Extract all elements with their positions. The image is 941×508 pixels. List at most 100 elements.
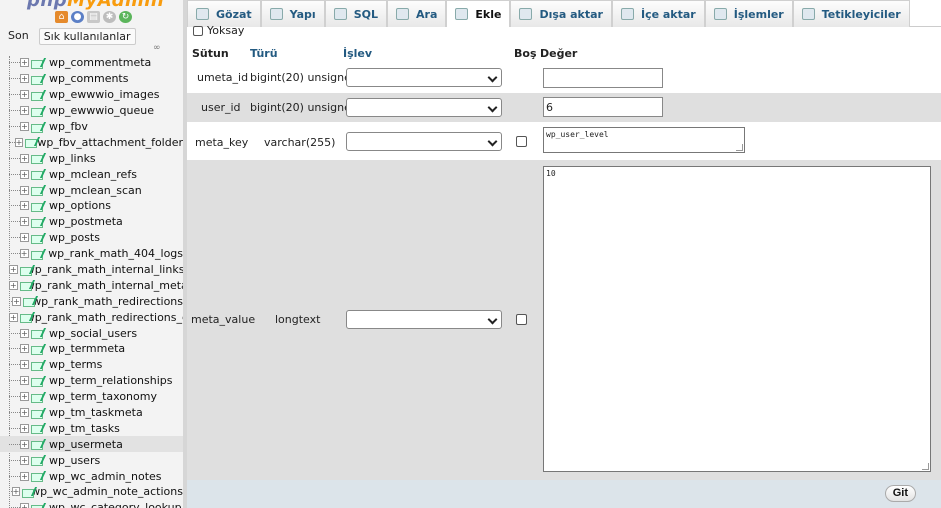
tree-item[interactable]: + wp_users xyxy=(0,452,183,468)
tree-item[interactable]: + wp_rank_math_internal_meta xyxy=(0,277,183,293)
table-name[interactable]: wp_term_relationships xyxy=(49,374,173,387)
tree-item[interactable]: + wp_ewwwio_queue xyxy=(0,103,183,119)
tree-item[interactable]: + wp_tm_taskmeta xyxy=(0,405,183,421)
table-name[interactable]: wp_rank_math_redirections_cache xyxy=(26,311,183,324)
expand-icon[interactable]: + xyxy=(20,376,29,386)
reload-icon[interactable]: ↻ xyxy=(119,11,132,23)
table-name[interactable]: wp_usermeta xyxy=(49,438,123,451)
header-type[interactable]: Türü xyxy=(250,47,278,62)
table-name[interactable]: wp_wc_admin_note_actions xyxy=(31,485,183,498)
expand-icon[interactable]: + xyxy=(20,90,29,100)
expand-icon[interactable]: + xyxy=(14,137,24,147)
table-icon[interactable] xyxy=(25,137,38,149)
table-name[interactable]: wp_tm_tasks xyxy=(49,422,120,435)
table-name[interactable]: wp_commentmeta xyxy=(49,56,151,69)
table-name[interactable]: wp_ewwwio_queue xyxy=(49,104,154,117)
expand-icon[interactable]: + xyxy=(11,487,21,497)
expand-icon[interactable]: + xyxy=(20,503,29,508)
phpmyadmin-logo[interactable]: phpMyAdmin xyxy=(27,0,164,11)
tree-item[interactable]: + wp_ewwwio_images xyxy=(0,87,183,103)
tree-item[interactable]: + wp_rank_math_404_logs xyxy=(0,246,183,262)
table-icon[interactable] xyxy=(30,249,43,260)
link-icon[interactable]: ∞ xyxy=(153,43,161,53)
table-icon[interactable] xyxy=(31,169,43,181)
table-icon[interactable] xyxy=(31,376,43,387)
function-select[interactable] xyxy=(346,98,502,117)
tree-item[interactable]: + wp_fbv xyxy=(0,119,183,135)
tree-item[interactable]: + wp_rank_math_redirections xyxy=(0,293,183,309)
tree-item[interactable]: + wp_wc_admin_notes xyxy=(0,468,183,484)
null-checkbox[interactable] xyxy=(516,136,527,147)
function-select[interactable] xyxy=(346,132,502,151)
tab-wrench[interactable]: İşlemler xyxy=(704,0,793,27)
tree-item[interactable]: + wp_tm_tasks xyxy=(0,420,183,436)
expand-icon[interactable]: + xyxy=(20,408,29,418)
table-icon[interactable] xyxy=(31,185,43,197)
tree-item[interactable]: + wp_term_taxonomy xyxy=(0,389,183,405)
table-icon[interactable] xyxy=(31,503,43,508)
tree-item[interactable]: + wp_comments xyxy=(0,71,183,87)
table-icon[interactable] xyxy=(31,328,43,340)
expand-icon[interactable]: + xyxy=(20,455,29,465)
tab-search[interactable]: Ara xyxy=(387,0,447,27)
table-name[interactable]: wp_mclean_refs xyxy=(49,168,137,181)
expand-icon[interactable]: + xyxy=(20,106,29,116)
expand-icon[interactable]: + xyxy=(20,233,29,243)
value-input[interactable] xyxy=(543,68,663,88)
tab-import[interactable]: İçe aktar xyxy=(611,0,705,27)
tree-item[interactable]: + wp_commentmeta xyxy=(0,55,183,71)
expand-icon[interactable]: + xyxy=(9,312,18,322)
expand-icon[interactable]: + xyxy=(20,201,29,211)
expand-icon[interactable]: + xyxy=(20,153,29,163)
table-icon[interactable] xyxy=(31,233,43,244)
expand-icon[interactable]: + xyxy=(20,392,29,402)
table-name[interactable]: wp_terms xyxy=(49,358,102,371)
value-textarea[interactable]: 10 xyxy=(543,166,931,472)
tree-item[interactable]: + wp_fbv_attachment_folder xyxy=(0,134,183,150)
expand-icon[interactable]: + xyxy=(9,280,18,290)
tree-item[interactable]: + wp_wc_category_lookup xyxy=(0,500,183,508)
table-name[interactable]: wp_fbv_attachment_folder xyxy=(37,136,183,149)
table-name[interactable]: wp_rank_math_redirections xyxy=(32,295,183,308)
table-icon[interactable] xyxy=(22,296,37,308)
tree-item[interactable]: + wp_postmeta xyxy=(0,214,183,230)
tree-item[interactable]: + wp_mclean_scan xyxy=(0,182,183,198)
table-name[interactable]: wp_ewwwio_images xyxy=(49,88,160,101)
table-name[interactable]: wp_termmeta xyxy=(49,342,125,355)
table-icon[interactable] xyxy=(31,408,43,419)
table-name[interactable]: wp_social_users xyxy=(49,327,137,340)
table-icon[interactable] xyxy=(31,471,43,483)
expand-icon[interactable]: + xyxy=(12,296,21,306)
expand-icon[interactable]: + xyxy=(20,328,29,338)
tree-item[interactable]: + wp_wc_admin_note_actions xyxy=(0,484,183,500)
tree-item[interactable]: + wp_terms xyxy=(0,357,183,373)
tree-item[interactable]: + wp_term_relationships xyxy=(0,373,183,389)
table-name[interactable]: wp_tm_taskmeta xyxy=(49,406,143,419)
tab-browse[interactable]: Gözat xyxy=(187,0,261,27)
table-icon[interactable] xyxy=(31,360,43,371)
table-name[interactable]: wp_users xyxy=(49,454,100,467)
tab-sql[interactable]: SQL xyxy=(324,0,387,27)
expand-icon[interactable]: + xyxy=(19,249,29,259)
table-name[interactable]: wp_posts xyxy=(49,231,100,244)
table-icon[interactable] xyxy=(31,439,43,451)
header-function[interactable]: İşlev xyxy=(343,47,372,62)
value-textarea[interactable]: wp_user_level xyxy=(543,127,745,153)
table-name[interactable]: wp_wc_category_lookup xyxy=(49,501,182,508)
function-select[interactable] xyxy=(346,68,502,87)
tab-export[interactable]: Dışa aktar xyxy=(510,0,612,27)
table-icon[interactable] xyxy=(31,392,43,403)
expand-icon[interactable]: + xyxy=(20,423,29,433)
home-icon[interactable]: ⌂ xyxy=(55,11,68,23)
expand-icon[interactable]: + xyxy=(20,185,29,195)
function-select[interactable] xyxy=(346,310,502,329)
table-icon[interactable] xyxy=(31,74,43,85)
expand-icon[interactable]: + xyxy=(20,360,29,370)
table-icon[interactable] xyxy=(31,344,43,355)
expand-icon[interactable]: + xyxy=(20,169,29,179)
expand-icon[interactable]: + xyxy=(20,471,29,481)
table-icon[interactable] xyxy=(31,423,43,435)
expand-icon[interactable]: + xyxy=(20,439,29,449)
tree-item[interactable]: + wp_rank_math_redirections_cache xyxy=(0,309,183,325)
logout-icon[interactable]: ● xyxy=(71,11,84,23)
